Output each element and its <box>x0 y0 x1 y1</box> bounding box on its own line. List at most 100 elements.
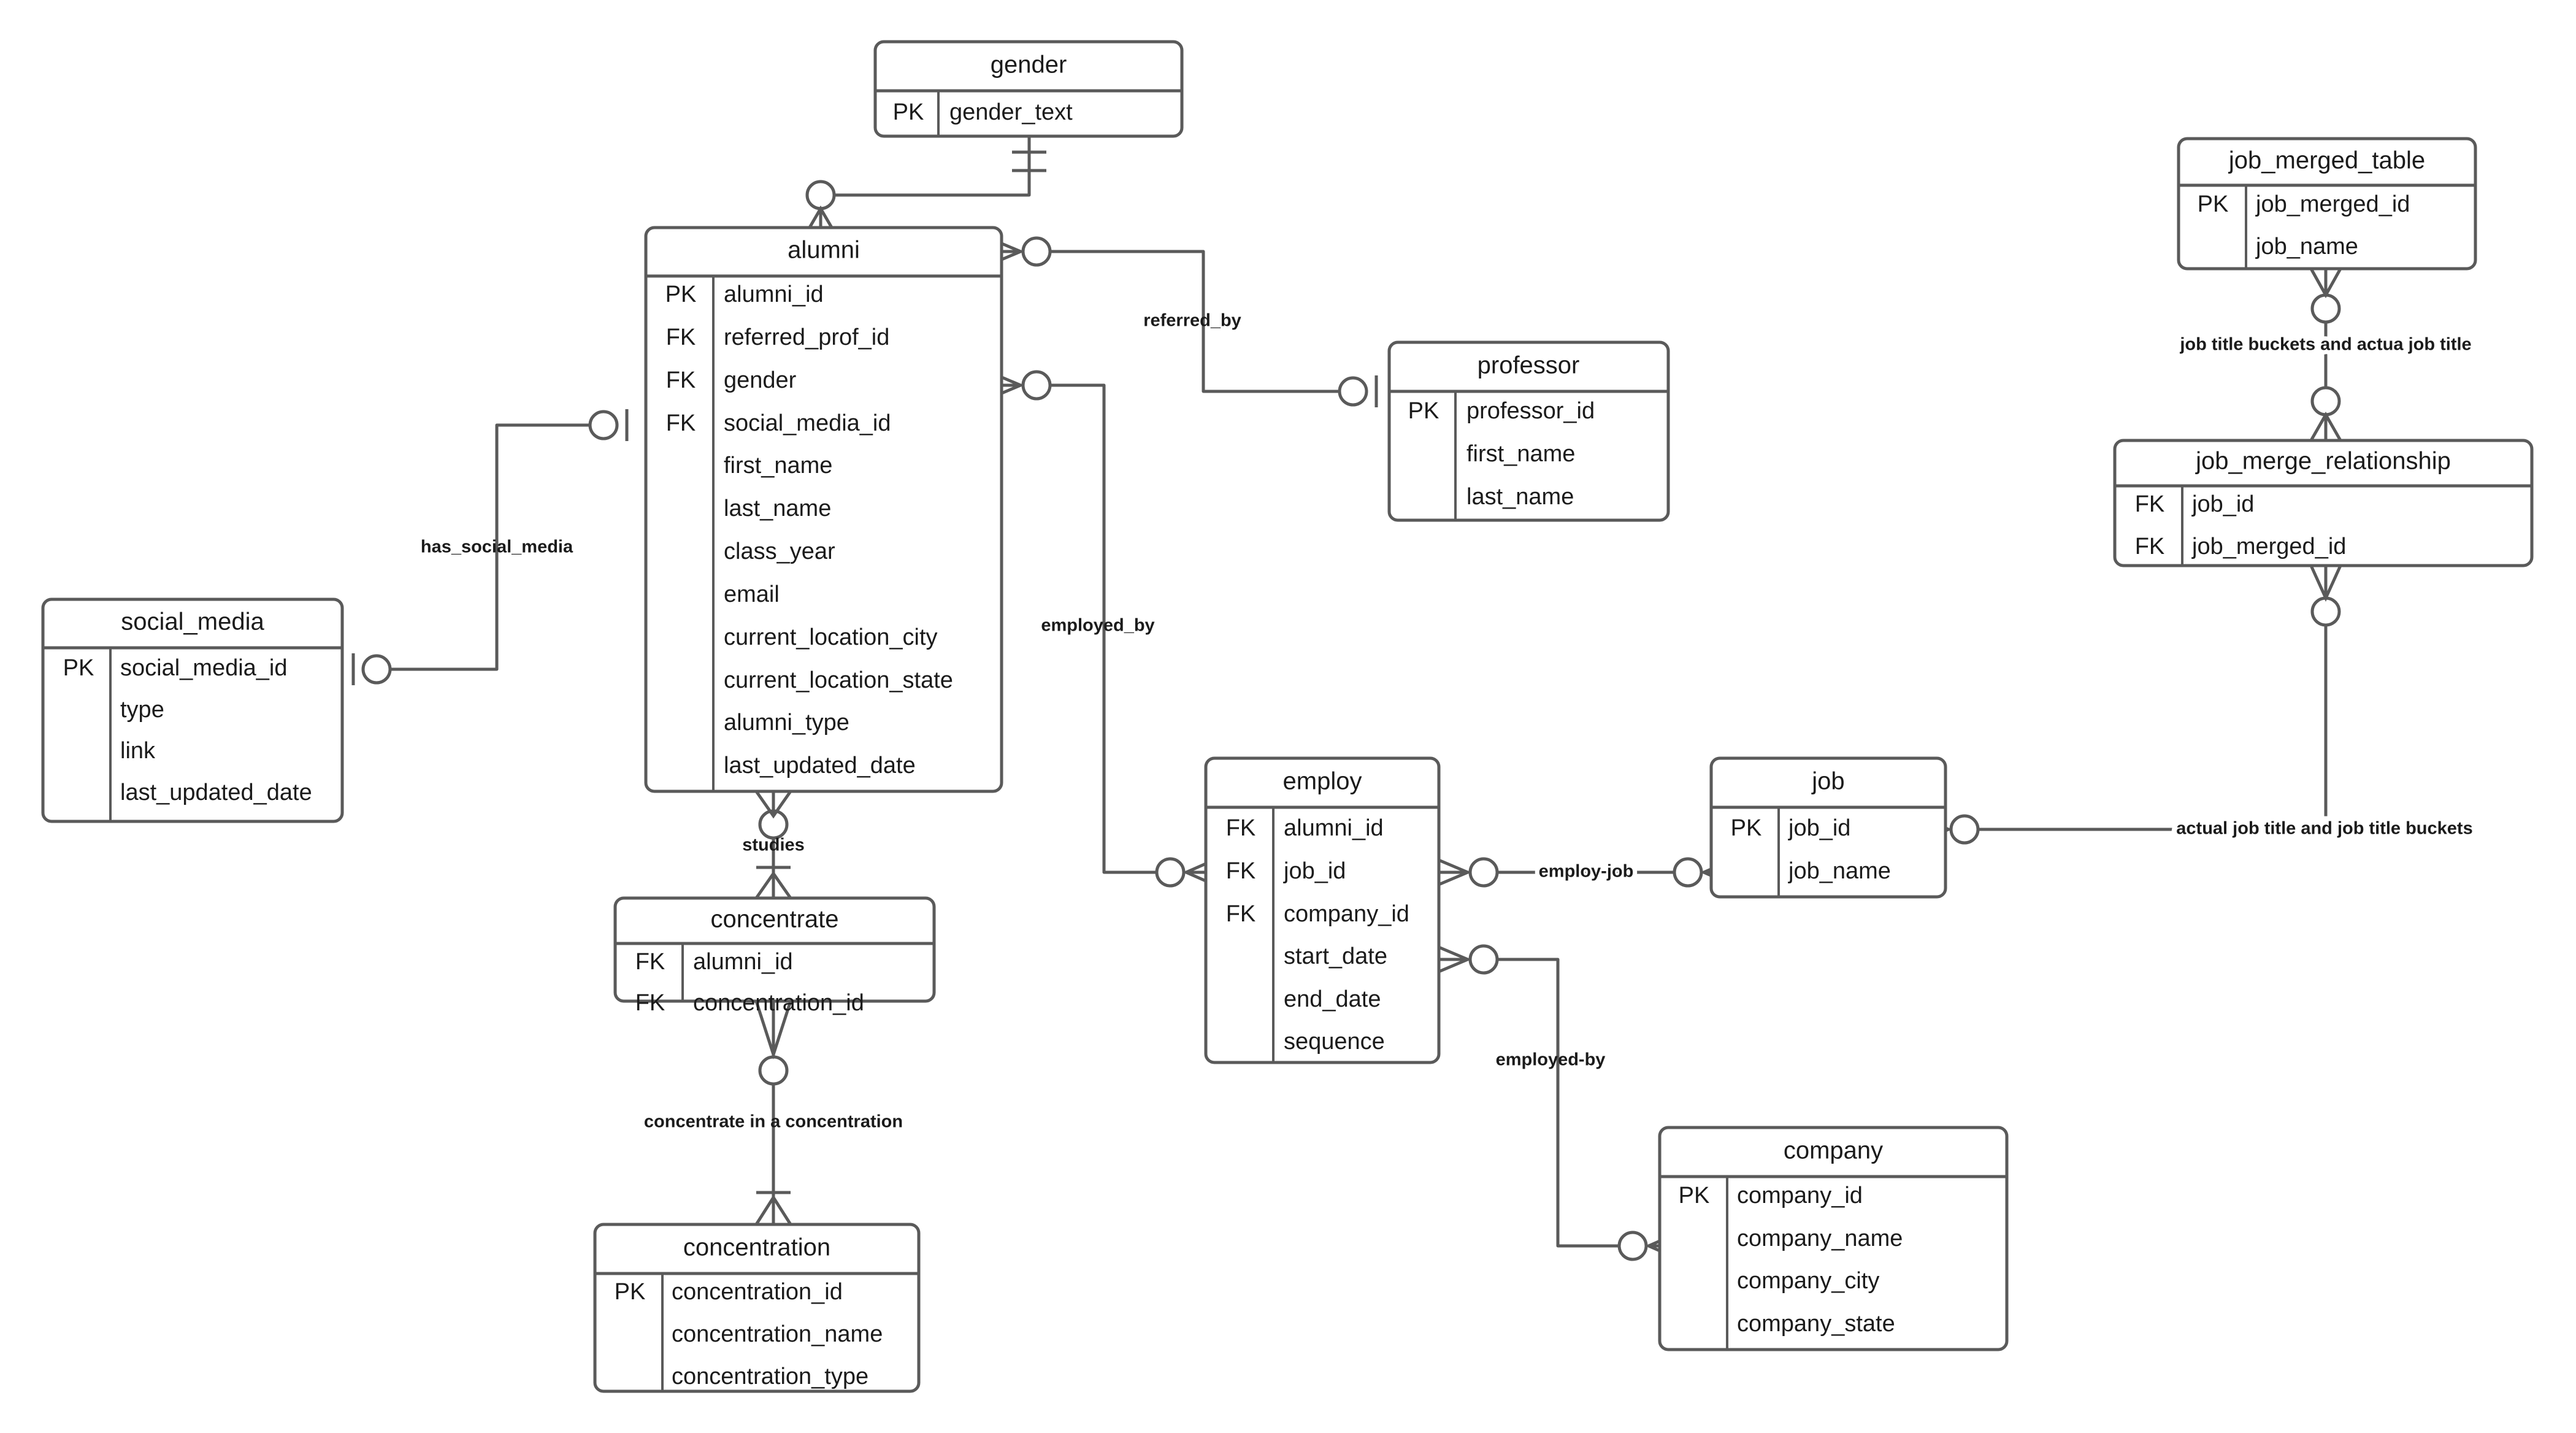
relationship-label-employed-by-company: employed-by <box>1496 1050 1606 1070</box>
relationship-label-concentrate-in-a-concentration: concentrate in a concentration <box>644 1112 903 1132</box>
entity-company-attr-name-1: company_name <box>1737 1226 1903 1251</box>
entity-employ-attr-name-0: alumni_id <box>1284 815 1384 841</box>
entity-job-merged-table-attr-name-0: job_merged_id <box>2255 191 2410 217</box>
entity-job-merged-table[interactable]: job_merged_table PK job_merged_id job_na… <box>2177 137 2477 271</box>
entity-social-media-attr-name-2: link <box>120 738 156 764</box>
connector-employ-company: employed-by <box>1435 944 1681 1261</box>
entity-alumni-attr-name-8: current_location_city <box>724 624 938 650</box>
connector-gender-alumni <box>802 136 1046 239</box>
entity-job-merge-relationship-title: job_merge_relationship <box>2195 448 2451 475</box>
entity-alumni-attr-key-1: FK <box>666 325 696 350</box>
entity-social-media-attr-name-0: social_media_id <box>120 655 288 681</box>
entity-alumni-title: alumni <box>788 237 860 264</box>
entity-concentrate-title: concentrate <box>710 906 838 933</box>
entity-professor-attr-key-0: PK <box>1408 398 1439 424</box>
entity-employ-attr-key-0: FK <box>1226 815 1256 841</box>
entity-social-media-title: social_media <box>121 609 264 636</box>
entity-employ[interactable]: employ FK alumni_id FK job_id FK company… <box>1204 756 1441 1064</box>
entity-job-attr-name-1: job_name <box>1788 858 1891 884</box>
connector-socialmedia-alumni: has_social_media <box>351 409 629 685</box>
relationship-label-actual-job-title-and-job-title-buckets: actual job title and job title buckets <box>2176 819 2472 839</box>
entity-alumni-attr-name-2: gender <box>724 367 797 393</box>
entity-company[interactable]: company PK company_id company_name compa… <box>1658 1126 2009 1351</box>
entity-alumni-attr-name-6: class_year <box>724 539 835 564</box>
relationship-label-studies: studies <box>742 836 805 855</box>
entity-alumni-attr-name-0: alumni_id <box>724 282 824 307</box>
entity-job-merge-relationship-attr-key-0: FK <box>2135 491 2165 517</box>
entity-alumni-attr-name-10: alumni_type <box>724 710 849 736</box>
entity-concentrate[interactable]: concentrate FK alumni_id FK concentratio… <box>613 896 936 1016</box>
er-diagram-canvas: referred_by employed_by has_social_media… <box>0 0 2576 1433</box>
entity-professor-attr-name-2: last_name <box>1466 484 1574 510</box>
entity-company-title: company <box>1784 1137 1883 1164</box>
entity-concentration-title: concentration <box>683 1234 830 1261</box>
entity-alumni[interactable]: alumni PK alumni_id FK referred_prof_id … <box>644 226 1003 793</box>
entity-professor-attr-name-1: first_name <box>1466 441 1575 467</box>
connector-employ-job: employ-job <box>1435 857 1736 888</box>
entity-job-merge-relationship-attr-name-0: job_id <box>2191 491 2254 517</box>
entity-alumni-attr-name-7: email <box>724 582 780 607</box>
entity-job-merge-relationship-attr-name-1: job_merged_id <box>2191 534 2346 559</box>
entity-company-attr-name-3: company_state <box>1737 1311 1895 1337</box>
entity-gender-attr-name-0: gender_text <box>949 99 1073 125</box>
entity-gender-title: gender <box>991 52 1067 79</box>
entity-job-merge-relationship-attr-key-1: FK <box>2135 534 2165 559</box>
entity-concentrate-attr-key-0: FK <box>635 949 665 975</box>
entity-concentrate-attr-name-0: alumni_id <box>693 949 793 975</box>
entity-concentration-attr-name-0: concentration_id <box>672 1279 843 1305</box>
entity-gender[interactable]: gender PK gender_text <box>873 40 1184 138</box>
entity-job-merged-table-attr-name-1: job_name <box>2255 234 2358 259</box>
entity-gender-attr-key-0: PK <box>893 99 924 125</box>
entity-company-attr-key-0: PK <box>1679 1183 1710 1208</box>
entity-job-merged-table-attr-key-0: PK <box>2198 191 2229 217</box>
entity-job-title: job <box>1811 768 1844 795</box>
connector-concentrate-concentration: concentrate in a concentration <box>644 1001 903 1226</box>
entity-employ-attr-key-1: FK <box>1226 858 1256 884</box>
entity-concentrate-attr-name-1: concentration_id <box>693 990 864 1016</box>
entity-employ-attr-name-4: end_date <box>1284 986 1381 1012</box>
entity-job-attr-name-0: job_id <box>1788 815 1850 841</box>
relationship-label-employ-job: employ-job <box>1539 862 1634 882</box>
entity-alumni-attr-name-11: last_updated_date <box>724 753 916 778</box>
entity-social-media-attr-key-0: PK <box>63 655 94 681</box>
entity-social-media-attr-name-1: type <box>120 697 164 723</box>
relationship-label-has-social-media: has_social_media <box>421 537 573 557</box>
entity-employ-attr-key-2: FK <box>1226 901 1256 927</box>
entity-job-merge-relationship[interactable]: job_merge_relationship FK job_id FK job_… <box>2113 439 2534 567</box>
entity-professor[interactable]: professor PK professor_id first_name las… <box>1387 340 1670 522</box>
entity-concentration-attr-name-1: concentration_name <box>672 1321 883 1347</box>
entity-professor-title: professor <box>1478 352 1580 379</box>
entity-concentration-attr-key-0: PK <box>615 1279 646 1305</box>
entity-alumni-attr-key-2: FK <box>666 367 696 393</box>
entity-social-media-attr-name-3: last_updated_date <box>120 780 312 805</box>
entity-job[interactable]: job PK job_id job_name <box>1709 756 1947 899</box>
entity-alumni-attr-name-5: last_name <box>724 496 831 521</box>
connector-alumni-concentrate: studies <box>742 790 805 899</box>
entity-company-attr-name-2: company_city <box>1737 1268 1879 1294</box>
relationship-label-referred-by: referred_by <box>1143 311 1241 331</box>
entity-job-attr-key-0: PK <box>1731 815 1762 841</box>
entity-alumni-attr-key-3: FK <box>666 410 696 436</box>
entity-employ-attr-name-2: company_id <box>1284 901 1409 927</box>
entity-concentrate-attr-key-1: FK <box>635 990 665 1016</box>
entity-alumni-attr-name-1: referred_prof_id <box>724 325 889 350</box>
entity-employ-attr-name-3: start_date <box>1284 943 1387 969</box>
entity-alumni-attr-name-3: social_media_id <box>724 410 891 436</box>
entity-social-media[interactable]: social_media PK social_media_id type lin… <box>41 597 344 823</box>
entity-company-attr-name-0: company_id <box>1737 1183 1863 1208</box>
connector-alumni-employ: employed_by <box>988 370 1218 888</box>
entity-concentration[interactable]: concentration PK concentration_id concen… <box>593 1223 921 1393</box>
entity-job-merged-table-title: job_merged_table <box>2228 147 2425 174</box>
connector-jobmergedtable-jobmergerelationship: job title buckets and actua job title <box>2175 267 2476 442</box>
entity-alumni-attr-name-9: current_location_state <box>724 667 953 693</box>
entity-alumni-attr-key-0: PK <box>665 282 697 307</box>
entity-employ-attr-name-5: sequence <box>1284 1029 1385 1055</box>
relationship-label-job-title-buckets-and-actua-job-title: job title buckets and actua job title <box>2179 335 2471 355</box>
entity-alumni-attr-name-4: first_name <box>724 453 832 478</box>
entity-professor-attr-name-0: professor_id <box>1466 398 1595 424</box>
entity-employ-title: employ <box>1283 768 1362 795</box>
entity-employ-attr-name-1: job_id <box>1283 858 1346 884</box>
relationship-label-employed-by-alumni: employed_by <box>1041 616 1154 636</box>
entity-concentration-attr-name-2: concentration_type <box>672 1364 868 1389</box>
connector-job-jobmergerelationship: actual job title and job title buckets <box>1916 564 2478 845</box>
